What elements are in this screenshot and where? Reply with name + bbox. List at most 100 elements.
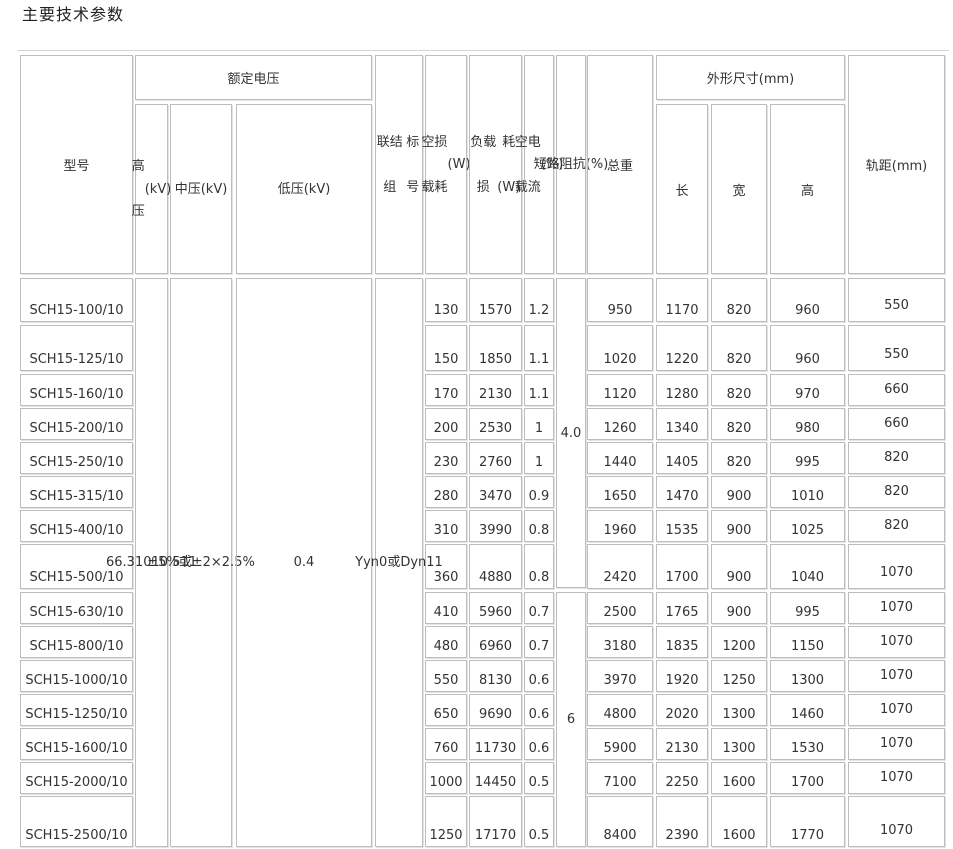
weight-cell: 3180	[603, 639, 637, 654]
noload-current-cell: 0.8	[528, 570, 550, 585]
table-row-noload-loss: 760	[425, 728, 467, 760]
height-cell: 970	[795, 387, 820, 402]
table-row-load-loss: 1570	[469, 278, 522, 322]
table-row-gauge: 1070	[848, 728, 945, 760]
width-cell: 900	[726, 489, 752, 504]
header-width-label: 宽	[732, 183, 746, 199]
table-row-weight: 3180	[587, 626, 653, 658]
table-row-model: SCH15-400/10	[20, 510, 133, 542]
table-row-length: 1700	[656, 544, 708, 589]
noload-loss-cell: 650	[433, 707, 459, 722]
weight-cell: 1120	[603, 387, 637, 402]
width-cell: 1300	[722, 707, 756, 722]
noload-current-cell: 1.1	[528, 352, 550, 367]
header-rated-voltage: 额定电压	[135, 55, 372, 100]
noload-loss-cell: 230	[433, 455, 459, 470]
table-row-length: 1170	[656, 278, 708, 322]
table-row-load-loss: 3990	[469, 510, 522, 542]
table-row-model: SCH15-1000/10	[20, 660, 133, 692]
gauge-cell: 1070	[879, 668, 914, 683]
table-row-gauge: 1070	[848, 660, 945, 692]
table-row-gauge: 550	[848, 278, 945, 322]
height-cell: 1040	[790, 570, 825, 585]
load-loss-cell: 2760	[478, 455, 513, 470]
height-cell: 980	[795, 421, 820, 436]
table-row-gauge: 660	[848, 374, 945, 406]
table-row-load-loss: 14450	[469, 762, 522, 794]
table-row-weight: 950	[587, 278, 653, 322]
table-row-weight: 4800	[587, 694, 653, 726]
length-cell: 1470	[665, 489, 699, 504]
model-cell: SCH15-1000/10	[25, 673, 128, 688]
table-row-load-loss: 9690	[469, 694, 522, 726]
table-row-current: 0.8	[524, 544, 554, 589]
header-group-label: 联结组	[376, 134, 403, 195]
table-row-width: 900	[711, 510, 767, 542]
table-row-current: 1	[524, 442, 554, 474]
header-noload-loss-label: 损耗	[434, 134, 448, 195]
weight-cell: 3970	[603, 673, 637, 688]
load-loss-cell: 2530	[478, 421, 513, 436]
table-row-current: 1.2	[524, 278, 554, 322]
header-lv: 低压 (kV)	[236, 104, 372, 274]
table-row-weight: 5900	[587, 728, 653, 760]
table-row-height: 995	[770, 592, 845, 624]
table-row-length: 1835	[656, 626, 708, 658]
table-row-width: 1600	[711, 762, 767, 794]
load-loss-cell: 9690	[478, 707, 513, 722]
table-row-length: 2390	[656, 796, 708, 847]
noload-loss-cell: 310	[433, 523, 459, 538]
header-hv-label: (kV)	[144, 181, 172, 197]
width-cell: 820	[726, 303, 752, 318]
group-merged-cell: Yyn0 或 Dyn11	[355, 278, 443, 847]
header-width: 宽	[711, 104, 767, 274]
table-row-height: 1460	[770, 694, 845, 726]
table-row-noload-loss: 280	[425, 476, 467, 508]
header-noload-current-label: 空载	[514, 134, 528, 195]
table-row-gauge: 1070	[848, 796, 945, 847]
table-row-length: 1470	[656, 476, 708, 508]
height-cell: 960	[795, 303, 820, 318]
width-cell: 1200	[722, 639, 756, 654]
table-row-noload-loss: 170	[425, 374, 467, 406]
table-row-weight: 2500	[587, 592, 653, 624]
noload-current-cell: 0.5	[528, 828, 550, 843]
header-weight: 总重	[587, 55, 653, 274]
group-value: Dyn11	[400, 555, 443, 570]
header-mv-label: 中压	[174, 181, 201, 197]
impedance-value: 4.0	[560, 425, 582, 441]
header-model-label: 型号	[63, 159, 90, 174]
table-row-height: 970	[770, 374, 845, 406]
gauge-cell: 660	[884, 382, 909, 397]
table-row-current: 0.6	[524, 694, 554, 726]
gauge-cell: 820	[884, 450, 909, 465]
noload-current-cell: 0.6	[528, 741, 550, 756]
load-loss-cell: 5960	[478, 605, 513, 620]
length-cell: 1340	[665, 421, 699, 436]
lv-merged-cell: 0.4	[236, 278, 372, 847]
table-row-weight: 1440	[587, 442, 653, 474]
impedance-value: 6	[566, 712, 576, 727]
width-cell: 820	[726, 352, 752, 367]
table-row-model: SCH15-1600/10	[20, 728, 133, 760]
gauge-cell: 1070	[879, 702, 914, 717]
table-row-current: 0.8	[524, 510, 554, 542]
length-cell: 2250	[665, 775, 699, 790]
weight-cell: 1440	[603, 455, 637, 470]
length-cell: 1700	[665, 570, 699, 585]
table-row-length: 1765	[656, 592, 708, 624]
table-row-length: 1405	[656, 442, 708, 474]
noload-loss-cell: 1000	[429, 775, 463, 790]
noload-current-cell: 0.5	[528, 775, 550, 790]
weight-cell: 4800	[603, 707, 637, 722]
weight-cell: 1020	[603, 352, 637, 367]
noload-current-cell: 1	[534, 421, 544, 436]
gauge-cell: 820	[884, 484, 909, 499]
table-row-gauge: 1070	[848, 626, 945, 658]
table-row-width: 1250	[711, 660, 767, 692]
header-mv: 中压 (kV)	[170, 104, 232, 274]
load-loss-cell: 6960	[478, 639, 513, 654]
table-row-noload-loss: 1250	[425, 796, 467, 847]
height-cell: 995	[795, 605, 820, 620]
header-weight-label: 总重	[606, 159, 633, 174]
